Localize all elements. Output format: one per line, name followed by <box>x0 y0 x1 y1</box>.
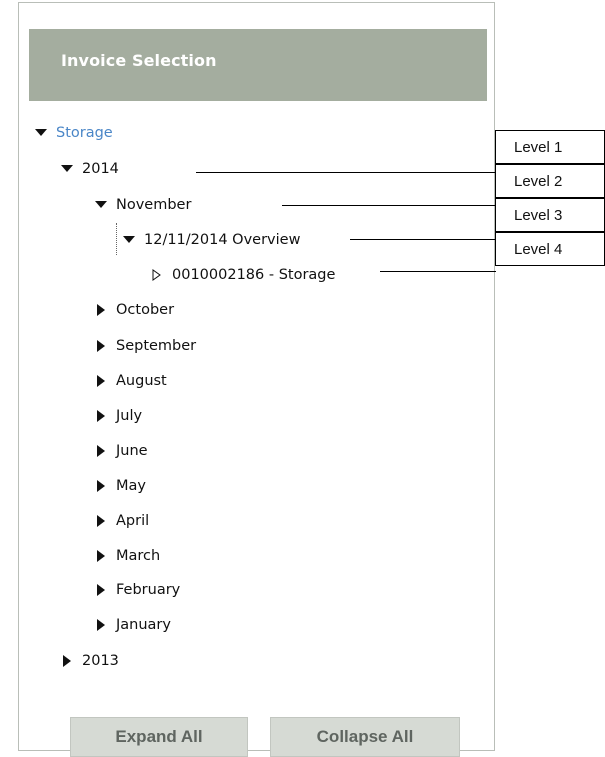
leader-line <box>380 271 496 272</box>
tree-node-label[interactable]: 0010002186 - Storage <box>172 267 335 283</box>
tree-node-label[interactable]: 2014 <box>82 161 119 177</box>
collapsed-triangle-icon[interactable] <box>94 374 108 388</box>
tree-node-november[interactable]: November <box>94 193 191 217</box>
expanded-triangle-icon[interactable] <box>94 198 108 212</box>
level-3-label: Level 3 <box>495 198 605 232</box>
leaf-triangle-icon[interactable] <box>150 268 164 282</box>
collapsed-triangle-icon[interactable] <box>94 618 108 632</box>
tree-node-label[interactable]: April <box>116 513 149 529</box>
tree-node-label[interactable]: Storage <box>56 125 113 141</box>
level-4-label: Level 4 <box>495 232 605 266</box>
collapsed-triangle-icon[interactable] <box>94 479 108 493</box>
tree-node-storage[interactable]: Storage <box>34 121 113 145</box>
tree-node-label[interactable]: May <box>116 478 146 494</box>
collapsed-triangle-icon[interactable] <box>94 444 108 458</box>
leader-line <box>282 205 496 206</box>
tree-node-month[interactable]: March <box>94 544 160 568</box>
tree-node-month[interactable]: May <box>94 474 146 498</box>
tree-node-label[interactable]: November <box>116 197 191 213</box>
collapsed-triangle-icon[interactable] <box>60 654 74 668</box>
panel-title: Invoice Selection <box>61 51 217 70</box>
tree-guide-line <box>116 223 117 255</box>
collapsed-triangle-icon[interactable] <box>94 549 108 563</box>
level-2-label: Level 2 <box>495 164 605 198</box>
tree-node-month[interactable]: July <box>94 404 142 428</box>
tree-node-month[interactable]: January <box>94 613 171 637</box>
tree-node-month[interactable]: June <box>94 439 148 463</box>
tree-node-invoice[interactable]: 0010002186 - Storage <box>150 263 335 287</box>
collapsed-triangle-icon[interactable] <box>94 409 108 423</box>
tree-node-label[interactable]: September <box>116 338 196 354</box>
tree-node-month[interactable]: September <box>94 334 196 358</box>
leader-line <box>350 239 496 240</box>
tree-node-label[interactable]: 12/11/2014 Overview <box>144 232 300 248</box>
leader-line <box>196 172 496 173</box>
expand-all-button[interactable]: Expand All <box>70 717 248 757</box>
expanded-triangle-icon[interactable] <box>34 126 48 140</box>
tree-node-2014[interactable]: 2014 <box>60 157 119 181</box>
level-1-label: Level 1 <box>495 130 605 164</box>
collapsed-triangle-icon[interactable] <box>94 514 108 528</box>
expanded-triangle-icon[interactable] <box>122 233 136 247</box>
tree-node-label[interactable]: February <box>116 582 180 598</box>
tree-node-label[interactable]: 2013 <box>82 653 119 669</box>
tree-node-label[interactable]: October <box>116 302 174 318</box>
collapse-all-button[interactable]: Collapse All <box>270 717 460 757</box>
tree-node-month[interactable]: February <box>94 578 180 602</box>
panel-header: Invoice Selection <box>29 29 487 101</box>
tree-node-month[interactable]: August <box>94 369 167 393</box>
tree-node-month[interactable]: April <box>94 509 149 533</box>
collapsed-triangle-icon[interactable] <box>94 303 108 317</box>
collapsed-triangle-icon[interactable] <box>94 339 108 353</box>
tree-node-label[interactable]: August <box>116 373 167 389</box>
collapsed-triangle-icon[interactable] <box>94 583 108 597</box>
tree-node-label[interactable]: March <box>116 548 160 564</box>
tree-node-overview[interactable]: 12/11/2014 Overview <box>122 228 300 252</box>
tree-node-label[interactable]: June <box>116 443 148 459</box>
tree-node-2013[interactable]: 2013 <box>60 649 119 673</box>
invoice-selection-panel: Invoice Selection <box>18 2 495 751</box>
tree-node-label[interactable]: July <box>116 408 142 424</box>
tree-node-month[interactable]: October <box>94 298 174 322</box>
tree-node-label[interactable]: January <box>116 617 171 633</box>
expanded-triangle-icon[interactable] <box>60 162 74 176</box>
